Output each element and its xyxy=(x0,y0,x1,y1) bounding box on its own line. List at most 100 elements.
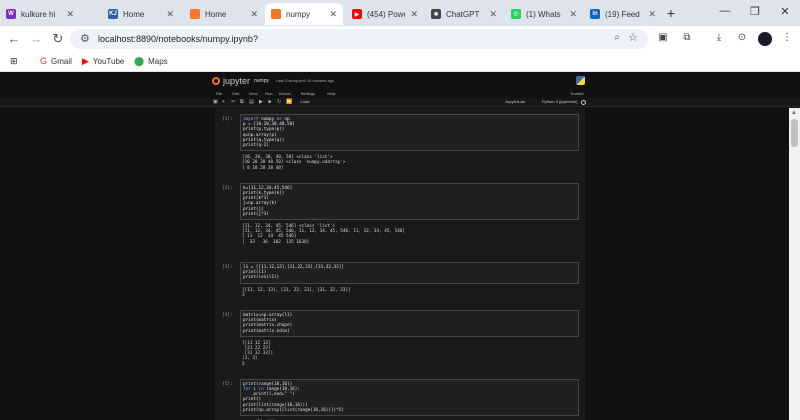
menu-run[interactable]: Run xyxy=(265,91,272,96)
forward-arrow-icon[interactable]: → xyxy=(28,31,44,47)
output-line: [ 33 36 102 135 1638] xyxy=(242,239,310,245)
paste-icon[interactable]: ▤ xyxy=(249,99,254,105)
code-line: print(np.array([list(range(10,16))])*5) xyxy=(243,407,344,413)
tab-2[interactable]: Home ✕ xyxy=(184,3,264,25)
tab-3[interactable]: numpy ✕ xyxy=(265,3,343,25)
copy-icon[interactable]: ⧉ xyxy=(240,99,244,105)
trusted-indicator[interactable]: Trusted xyxy=(570,91,583,96)
bookmark-star-icon[interactable]: ☆ xyxy=(628,31,638,44)
cell-output: [[11, 12, 13], [21, 22, 23], [31, 32, 33… xyxy=(240,288,579,298)
bookmark-youtube[interactable]: ▶ YouTube xyxy=(82,56,124,67)
stop-icon[interactable]: ■ xyxy=(268,99,271,105)
menu-file[interactable]: File xyxy=(216,91,222,96)
cell-prompt: [5]: xyxy=(222,381,233,387)
tab-close-icon[interactable]: ✕ xyxy=(648,9,656,20)
run-icon[interactable]: ▶ xyxy=(259,99,263,105)
tab-close-icon[interactable]: ✕ xyxy=(489,9,497,20)
tab-4[interactable]: ▶ (454) Powe ✕ xyxy=(346,3,424,25)
bookmark-gmail[interactable]: G Gmail xyxy=(40,56,72,66)
cell-prompt: [4]: xyxy=(222,313,233,318)
tab-7[interactable]: in (19) Feed ✕ xyxy=(584,3,662,25)
add-cell-icon[interactable]: + xyxy=(222,99,225,105)
cut-icon[interactable]: ✂ xyxy=(231,99,235,105)
bookmark-label: YouTube xyxy=(92,57,125,66)
tab-favicon-icon: in xyxy=(590,9,600,19)
tab-6[interactable]: ✆ (1) Whats ✕ xyxy=(505,3,583,25)
notebook-page: [1]: import numpy as np p = [10,20,30,40,5… xyxy=(215,108,585,420)
tab-5[interactable]: ✺ ChatGPT ✕ xyxy=(425,3,503,25)
cell-output: [11, 12, 34, 45, 546] <class 'list'> [11,… xyxy=(240,224,579,245)
tab-favicon-icon xyxy=(190,9,200,19)
kernel-status-icon xyxy=(581,100,586,105)
tab-1[interactable]: KJ Home ✕ xyxy=(102,3,180,25)
tab-close-icon[interactable]: ✕ xyxy=(329,9,337,20)
tab-close-icon[interactable]: ✕ xyxy=(410,9,418,20)
new-tab-button[interactable]: + xyxy=(662,5,680,23)
youtube-icon: ▶ xyxy=(82,56,89,66)
kernel-name[interactable]: Python 3 (ipykernel) xyxy=(542,99,578,104)
jupyter-logo[interactable]: jupyter xyxy=(212,76,250,86)
bookmark-label: Gmail xyxy=(51,56,72,66)
reload-icon[interactable]: ↻ xyxy=(50,31,66,47)
menu-edit[interactable]: Edit xyxy=(232,91,239,96)
cell-type-select[interactable]: Code xyxy=(300,99,310,104)
bookmark-label: Maps xyxy=(148,57,168,66)
cell-input[interactable]: print(range(10,16)) for i in range(10,16)… xyxy=(240,378,579,417)
tab-title: ChatGPT xyxy=(446,9,480,19)
save-icon[interactable]: ▣ xyxy=(213,99,218,105)
address-bar[interactable]: ⚙ localhost:8890/notebooks/numpy.ipynb? … xyxy=(70,29,648,49)
tab-close-icon[interactable]: ✕ xyxy=(166,9,174,20)
profile-avatar[interactable] xyxy=(758,32,772,46)
notebook-name[interactable]: numpy xyxy=(254,78,269,84)
python-logo-icon xyxy=(576,76,585,85)
cell-output: [[11 12 13] [21 22 23] [31 32 33]] (3, 3)… xyxy=(240,341,579,367)
apps-grid-icon[interactable]: ⊞ xyxy=(10,56,18,67)
menu-kernel[interactable]: Kernel xyxy=(279,91,291,96)
restart-icon[interactable]: ↻ xyxy=(277,99,281,105)
cell-input[interactable]: l1 = [[11,12,13],[21,22,23],[31,32,33]] p… xyxy=(240,262,579,284)
downloads-icon[interactable]: ⤓ xyxy=(712,32,726,43)
tab-close-icon[interactable]: ✕ xyxy=(250,9,258,20)
tab-close-icon[interactable]: ✕ xyxy=(66,9,74,20)
menu-view[interactable]: View xyxy=(249,91,258,96)
menu-help[interactable]: Help xyxy=(327,91,335,96)
back-arrow-icon[interactable]: ← xyxy=(6,31,22,47)
browser-toolbar: ← → ↻ ⚙ localhost:8890/notebooks/numpy.i… xyxy=(0,26,800,52)
bookmark-maps[interactable]: ⬤ Maps xyxy=(134,56,168,67)
zoom-icon[interactable]: ⌕ xyxy=(614,32,620,43)
scroll-up-arrow-icon[interactable]: ▲ xyxy=(791,110,797,116)
output-line: 2 xyxy=(242,361,245,367)
bookmarks-bar: ⊞ G Gmail ▶ YouTube ⬤ Maps xyxy=(0,52,800,72)
tab-favicon-icon: ▶ xyxy=(352,9,362,19)
tab-strip: Wkulkure hi ✕ KJ Home ✕ Home ✕ numpy ✕ ▶ (454) Pow… xyxy=(0,0,800,26)
output-line: 3 xyxy=(242,292,245,298)
site-info-icon[interactable]: ⚙ xyxy=(80,32,90,45)
picture-in-picture-icon[interactable]: ▣ xyxy=(656,32,670,43)
menu-kebab-icon[interactable]: ⋮ xyxy=(780,32,794,43)
window-maximize-button[interactable]: ❐ xyxy=(740,5,770,18)
window-close-button[interactable]: ✕ xyxy=(770,5,800,18)
jupyterlab-link[interactable]: JupyterLab xyxy=(505,99,525,104)
tab-title: (454) Powe xyxy=(367,9,406,19)
code-line: print(q-2) xyxy=(243,143,269,149)
tab-title: (19) Feed xyxy=(605,9,640,19)
extensions-icon[interactable]: ⧉ xyxy=(680,32,694,43)
checkpoint-status: Last Checkpoint: 15 minutes ago xyxy=(276,78,335,83)
cell-prompt: [3]: xyxy=(222,265,233,270)
cell-input[interactable]: matrix=np.array(l1) print(matrix) print(ma… xyxy=(240,310,579,337)
code-line: print(j*3) xyxy=(243,211,269,217)
tab-close-icon[interactable]: ✕ xyxy=(569,9,577,20)
fast-forward-icon[interactable]: ⏩ xyxy=(286,99,292,105)
notebook-scrollbar[interactable]: ▲ xyxy=(789,108,800,420)
window-minimize-button[interactable]: — xyxy=(710,5,740,17)
tab-title: Home xyxy=(123,9,145,19)
scrollbar-thumb[interactable] xyxy=(791,119,798,147)
account-icon[interactable]: ⊙ xyxy=(735,32,749,43)
tab-0[interactable]: Wkulkure hi ✕ xyxy=(0,3,80,25)
cell-input[interactable]: k=[11,12,34,45,546] print(k,type(k)) print… xyxy=(240,182,579,221)
gmail-icon: G xyxy=(40,56,48,66)
tab-favicon-icon: KJ xyxy=(108,9,118,19)
cell-input[interactable]: import numpy as np p = [10,20,30,40,50] pr… xyxy=(240,114,579,152)
menu-settings[interactable]: Settings xyxy=(301,91,315,96)
cell-prompt: [2]: xyxy=(222,185,233,191)
